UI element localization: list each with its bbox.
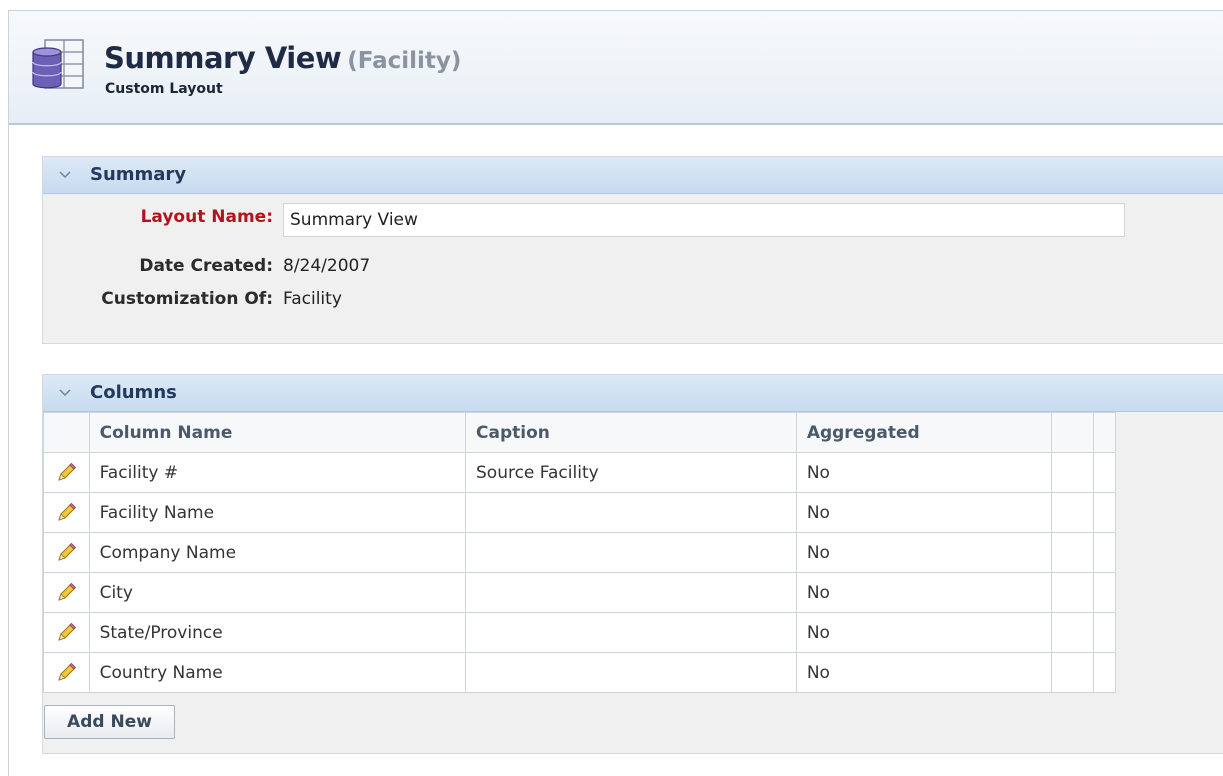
aggregated-cell: No [795, 572, 1053, 613]
date-created-value: 8/24/2007 [283, 256, 371, 276]
column-name-cell: Company Name [88, 532, 467, 573]
caption-cell: Source Facility [465, 452, 797, 493]
table-row: City No [43, 572, 1117, 613]
caption-header[interactable]: Caption [465, 412, 797, 453]
pencil-edit-icon[interactable] [55, 622, 77, 644]
page-header: Summary View (Facility) Custom Layout [9, 11, 1223, 125]
caption-cell [465, 492, 797, 533]
page-title: Summary View [104, 41, 342, 75]
title-row: Summary View (Facility) [104, 41, 461, 75]
empty-cell [1051, 492, 1094, 533]
layout-name-input[interactable] [283, 203, 1125, 237]
customization-of-value: Facility [283, 289, 342, 309]
aggregated-cell: No [795, 452, 1053, 493]
edit-cell [43, 532, 90, 573]
caption-cell [465, 532, 797, 573]
empty-cell [1051, 572, 1094, 613]
customization-of-label: Customization Of: [101, 289, 273, 309]
empty-cell [1051, 652, 1094, 693]
edit-cell [43, 452, 90, 493]
column-name-cell: State/Province [88, 612, 467, 653]
aggregated-cell: No [795, 652, 1053, 693]
empty-cell [1051, 452, 1094, 493]
empty-cell [1092, 652, 1117, 693]
column-name-cell: Country Name [88, 652, 467, 693]
edit-cell [43, 612, 90, 653]
edit-cell [43, 492, 90, 533]
empty-header-cell [1051, 412, 1094, 453]
table-row: Facility # Source Facility No [43, 452, 1117, 493]
columns-section-title: Columns [90, 382, 177, 403]
empty-cell [1092, 612, 1117, 653]
caption-cell [465, 612, 797, 653]
empty-cell [1092, 492, 1117, 533]
pencil-edit-icon[interactable] [55, 462, 77, 484]
table-row: Country Name No [43, 652, 1117, 693]
table-row: State/Province No [43, 612, 1117, 653]
pencil-edit-icon[interactable] [55, 502, 77, 524]
empty-cell [1051, 612, 1094, 653]
chevron-down-icon[interactable] [57, 384, 73, 400]
page-subtitle: Custom Layout [105, 81, 223, 97]
edit-cell [43, 652, 90, 693]
summary-section-title: Summary [90, 164, 187, 185]
layout-name-label: Layout Name: [140, 207, 273, 227]
empty-cell [1092, 532, 1117, 573]
page-title-context: (Facility) [347, 48, 462, 74]
table-row: Facility Name No [43, 492, 1117, 533]
aggregated-header[interactable]: Aggregated [795, 412, 1053, 453]
empty-cell [1092, 572, 1117, 613]
column-name-cell: City [88, 572, 467, 613]
column-name-cell: Facility # [88, 452, 467, 493]
columns-table: Column Name Caption Aggregated Facility … [43, 412, 1117, 693]
aggregated-cell: No [795, 612, 1053, 653]
summary-panel: Summary Layout Name: Date Created: 8/24/… [42, 156, 1223, 344]
columns-panel: Columns Column Name Caption Aggregated F… [42, 374, 1223, 754]
table-row: Company Name No [43, 532, 1117, 573]
edit-cell [43, 572, 90, 613]
table-header-row: Column Name Caption Aggregated [43, 412, 1117, 453]
pencil-edit-icon[interactable] [55, 582, 77, 604]
empty-cell [1092, 452, 1117, 493]
column-name-cell: Facility Name [88, 492, 467, 533]
pencil-edit-icon[interactable] [55, 662, 77, 684]
summary-section-header[interactable]: Summary [43, 157, 1223, 194]
columns-section-header[interactable]: Columns [43, 375, 1223, 412]
caption-cell [465, 652, 797, 693]
empty-header-cell [1092, 412, 1117, 453]
edit-column-header [43, 412, 90, 453]
chevron-down-icon[interactable] [57, 166, 73, 182]
date-created-label: Date Created: [139, 256, 273, 276]
database-table-icon [32, 39, 84, 89]
app-window: Summary View (Facility) Custom Layout Sum… [8, 10, 1223, 776]
caption-cell [465, 572, 797, 613]
aggregated-cell: No [795, 492, 1053, 533]
column-name-header[interactable]: Column Name [88, 412, 467, 453]
aggregated-cell: No [795, 532, 1053, 573]
add-new-button[interactable]: Add New [44, 705, 175, 739]
empty-cell [1051, 532, 1094, 573]
pencil-edit-icon[interactable] [55, 542, 77, 564]
